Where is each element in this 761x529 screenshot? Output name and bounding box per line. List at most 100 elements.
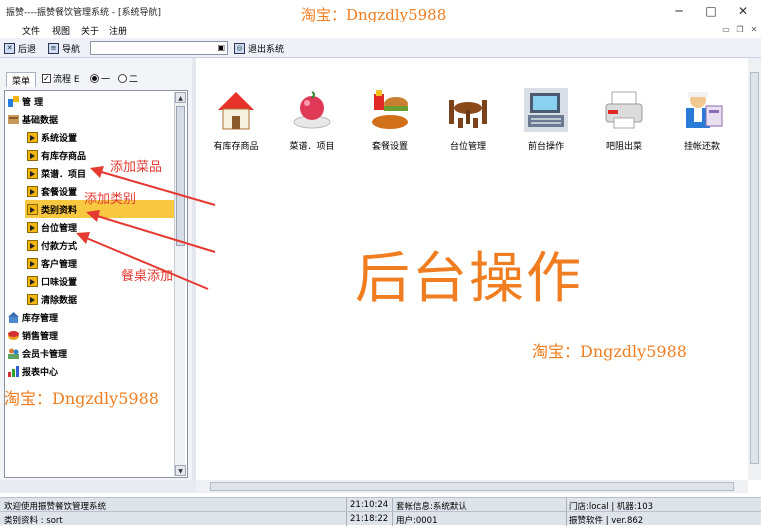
window-title: 振赞----振赞餐饮管理系统 - [系统导航] (6, 8, 161, 18)
radio-two-label: 二 (129, 75, 139, 85)
status-bar-row1: 欢迎使用振赞餐饮管理系统 21:10:24 套帐信息:系统默认 门店:local… (0, 497, 761, 512)
menu-view[interactable]: 视图 (52, 24, 70, 37)
status-separator (346, 512, 347, 526)
main-vertical-scroll-thumb[interactable] (750, 72, 759, 464)
tree-item-label: 付款方式 (41, 241, 78, 252)
status-time: 21:10:24 (350, 500, 389, 510)
mdi-minimize-icon[interactable]: ▭ (721, 25, 731, 35)
dish-icon (293, 91, 331, 129)
calculator-icon[interactable]: ▣ (217, 43, 225, 52)
menu-about[interactable]: 关于 (81, 24, 99, 37)
title-bar: 振赞----振赞餐饮管理系统 - [系统导航] 淘宝：Dngzdly5988 ─… (0, 0, 761, 24)
radio-two-dot[interactable] (118, 74, 127, 83)
status-version: 振赞软件 | ver.862 (569, 516, 644, 526)
menu-bar: 文件 视图 关于 注册 ▭ ❐ ✕ (0, 22, 761, 38)
main-horizontal-scroll-thumb[interactable] (210, 482, 734, 491)
maximize-button[interactable]: □ (695, 0, 727, 22)
tree-item-sales[interactable]: 销售管理 (6, 326, 174, 344)
shortcut-label: 有库存商品 (213, 142, 259, 152)
shortcut-label: 吧阻出菜 (605, 142, 642, 152)
sales-icon (8, 330, 19, 340)
status-bar-row2: 类别资料 : sort 21:18:22 用户:0001 振赞软件 | ver.… (0, 511, 761, 526)
tree-item-clear-data[interactable]: 清除数据 (25, 290, 174, 308)
members-icon (8, 348, 19, 359)
printer-icon (605, 91, 643, 129)
nav-button[interactable]: ≡ 导航 (48, 41, 80, 55)
shortcut-table-management[interactable]: 台位管理 (438, 88, 498, 158)
tree-item-label: 库存管理 (22, 313, 59, 324)
shortcut-label: 套餐设置 (371, 142, 408, 152)
house-icon (218, 92, 254, 130)
radio-option-one[interactable]: 一 (90, 72, 110, 85)
menu-file[interactable]: 文件 (22, 24, 40, 37)
tree-item-label: 客户管理 (41, 259, 78, 270)
shortcut-label: 菜谱．项目 (289, 142, 335, 152)
nav-label: 导航 (62, 44, 81, 55)
arrow-right-icon (27, 257, 38, 269)
shortcut-front-desk[interactable]: 前台操作 (516, 88, 576, 158)
panel-tabs: 菜单 ✓ 流程 E 一 二 (0, 70, 192, 88)
tab-menu[interactable]: 菜单 (6, 72, 36, 87)
tree-scroll-thumb[interactable] (176, 106, 185, 246)
nav-icon: ≡ (48, 42, 59, 54)
scroll-down-icon[interactable]: ▼ (175, 465, 186, 476)
main-vertical-scrollbar[interactable] (748, 58, 761, 480)
flow-checkbox-box[interactable]: ✓ (42, 74, 51, 83)
warehouse-icon (8, 311, 19, 323)
radio-option-two[interactable]: 二 (118, 72, 138, 85)
shortcut-stock-goods[interactable]: 有库存商品 (206, 88, 266, 158)
tree-item-system-settings[interactable]: 系统设置 (25, 128, 174, 146)
arrow-right-icon (27, 239, 38, 251)
combo-meal-icon (372, 90, 408, 129)
status-time: 21:18:22 (350, 514, 389, 524)
tree-item-report-center[interactable]: 报表中心 (6, 362, 174, 380)
tree-item-label: 套餐设置 (41, 187, 78, 198)
page-title: 后台操作 (355, 246, 584, 310)
annotation-add-category: 添加类别 (84, 192, 137, 207)
tree-item-label: 管 理 (22, 97, 44, 108)
left-panel-footer (0, 480, 196, 493)
exit-icon: ◎ (234, 42, 245, 54)
status-separator (566, 498, 567, 512)
tree-item-label: 类别资料 (41, 205, 78, 216)
back-label: 后退 (18, 44, 37, 55)
tree-item-table-management[interactable]: 台位管理 (25, 218, 174, 236)
tree-item-manage[interactable]: 管 理 (6, 92, 174, 110)
scroll-up-icon[interactable]: ▲ (175, 92, 186, 103)
arrow-right-icon (27, 149, 38, 161)
mdi-restore-icon[interactable]: ❐ (735, 25, 745, 35)
flow-checkbox[interactable]: ✓ 流程 E (42, 72, 80, 85)
tree-item-member-card[interactable]: 会员卡管理 (6, 344, 174, 362)
toolbar-input[interactable]: ▣ (90, 41, 228, 55)
manage-icon (8, 95, 19, 107)
arrow-right-icon (27, 275, 38, 287)
exit-button[interactable]: ◎ 退出系统 (234, 41, 284, 55)
status-separator (346, 498, 347, 512)
tab-menu-label: 菜单 (11, 76, 30, 87)
annotation-add-table: 餐桌添加 (121, 269, 174, 284)
arrow-right-icon (27, 293, 38, 305)
shortcut-combo-settings[interactable]: 套餐设置 (360, 88, 420, 158)
menu-register[interactable]: 注册 (109, 24, 127, 37)
shortcut-bar-kitchen[interactable]: 吧阻出菜 (594, 88, 654, 158)
arrow-right-icon (27, 203, 38, 215)
back-button[interactable]: ✕ 后退 (4, 41, 36, 55)
flow-checkbox-label: 流程 E (53, 75, 80, 85)
tree-scrollbar[interactable]: ▲ ▼ (174, 92, 186, 476)
shortcut-menu-items[interactable]: 菜谱．项目 (282, 88, 342, 158)
tree-item-basic-data[interactable]: 基础数据 (6, 110, 174, 128)
mdi-close-icon[interactable]: ✕ (749, 25, 759, 35)
watermark-center: 淘宝：Dngzdly5988 (532, 342, 687, 361)
tree-item-label: 报表中心 (22, 367, 59, 378)
tree-item-payment-methods[interactable]: 付款方式 (25, 236, 174, 254)
shortcut-label: 台位管理 (449, 142, 486, 152)
tree-item-label: 销售管理 (22, 331, 59, 342)
minimize-button[interactable]: ─ (663, 0, 695, 22)
main-horizontal-scrollbar[interactable] (196, 480, 748, 493)
tree-item-inventory[interactable]: 库存管理 (6, 308, 174, 326)
status-separator (566, 512, 567, 526)
tree-item-label: 系统设置 (41, 133, 78, 144)
close-button[interactable]: ✕ (727, 0, 759, 22)
radio-one-dot[interactable] (90, 74, 99, 83)
shortcut-credit-repay[interactable]: 挂帐还款 (672, 88, 732, 158)
